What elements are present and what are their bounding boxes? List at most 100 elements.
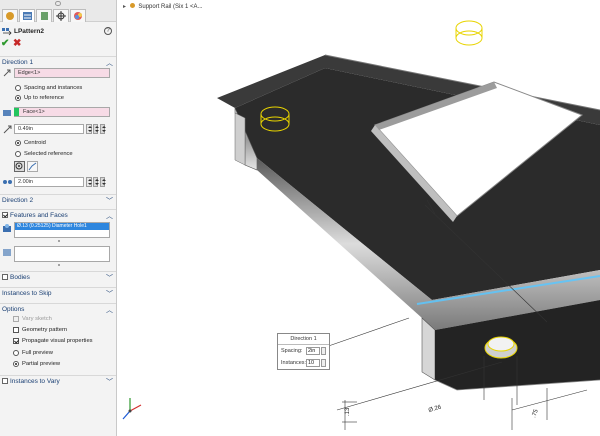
callout-spacing-field[interactable]: 2in [306,347,320,355]
faces-list[interactable] [14,246,110,262]
selected-ref-mode-button[interactable] [27,161,38,172]
seed-hole[interactable] [484,336,518,359]
bodies-checkbox[interactable] [2,274,8,280]
instances-vary-header[interactable]: Instances to Vary ﹀ [0,375,116,386]
propagate-visual-label: Propagate visual properties [22,338,93,344]
partial-preview-radio[interactable] [13,361,19,367]
instances-vary-label: Instances to Vary [10,378,60,385]
centroid-label: Centroid [24,140,46,146]
property-manager-panel: LPattern2 ? ✔ ✖ Direction 1 ︿ Edge<1> Sp… [0,0,117,436]
resize-handle[interactable] [58,264,60,266]
help-icon[interactable]: ? [104,27,112,35]
up-to-reference-radio[interactable] [15,95,21,101]
direction-arrow-icon[interactable] [3,69,11,77]
height-dimension[interactable]: .13 [345,407,351,416]
callout-spacing-label: Spacing: [281,348,303,354]
direction2-header[interactable]: Direction 2 ﹀ [0,194,116,205]
spacing-value-field[interactable]: 2.00in [14,177,84,187]
chevron-up-icon: ︿ [106,60,113,67]
centroid-mode-button[interactable] [14,161,25,172]
offset-reverse-button[interactable] [100,124,106,134]
panel-grip[interactable] [55,1,61,6]
features-list-item[interactable]: Ø.13 (0.25125) Diameter Hole1 [15,223,109,230]
propagate-visual-checkbox[interactable] [13,338,19,344]
direction1-header[interactable]: Direction 1 ︿ [0,56,116,67]
geometry-pattern-checkbox[interactable] [13,327,19,333]
spacing-icon [3,180,12,184]
callout-spacing-row: Spacing: 2in [278,345,329,357]
feature-tree-icon [6,12,14,20]
selected-reference-radio[interactable] [15,151,21,157]
left-flange-outer [234,112,246,166]
dimxpert-icon [56,11,66,21]
full-preview-label: Full preview [22,350,53,356]
display-manager-icon [74,12,82,20]
direction1-edge-field[interactable]: Edge<1> [14,68,110,78]
tab-property-manager[interactable] [19,9,35,22]
cancel-button[interactable]: ✖ [13,38,21,49]
property-manager-icon [23,12,32,20]
chevron-down-icon: ﹀ [106,198,113,205]
tab-dimxpert-manager[interactable] [53,9,69,22]
callout-instances-label: Instances: [281,360,307,366]
width-dimension[interactable]: .75 [531,408,540,419]
geometry-pattern-label: Geometry pattern [22,327,68,333]
features-faces-header[interactable]: Features and Faces ︿ [0,209,116,220]
callout-instances-spinner[interactable] [321,359,326,367]
feature-title: LPattern2 [14,28,44,35]
tab-display-manager[interactable] [70,9,86,22]
bodies-header[interactable]: Bodies ﹀ [0,271,116,282]
chevron-up-icon: ︿ [106,307,113,314]
breadcrumb-icon [129,3,135,8]
features-faces-label: Features and Faces [10,212,68,219]
view-triad[interactable] [122,398,142,420]
offset-distance-field[interactable]: 0.49in [14,124,84,134]
direction2-label: Direction 2 [2,197,34,204]
reference-face-field[interactable]: Face<1> [14,107,110,117]
resize-handle[interactable] [58,240,60,242]
offset-spinner[interactable] [86,124,92,134]
ok-button[interactable]: ✔ [1,38,9,49]
callout-instances-row: Instances: 10 [278,357,329,369]
up-to-reference-label: Up to reference [24,95,64,101]
hole-preview-1 [455,20,483,46]
reference-face-icon [3,110,11,116]
vary-sketch-label: Vary sketch [22,316,52,322]
tab-feature-manager[interactable] [2,9,18,22]
linear-pattern-icon [2,28,12,36]
graphics-area[interactable]: Ø.26 .13 .75 ▸ Support Rail (Six 1 <A...… [117,0,600,436]
direction1-callout[interactable]: Direction 1 Spacing: 2in Instances: 10 [277,333,330,370]
full-preview-radio[interactable] [13,350,19,356]
breadcrumb-expand-icon[interactable]: ▸ [123,4,126,10]
instances-vary-checkbox[interactable] [2,378,8,384]
spacing-instances-radio[interactable] [15,85,21,91]
instances-skip-header[interactable]: Instances to Skip ﹀ [0,287,116,298]
spacing-dimension-button[interactable] [93,177,99,187]
configuration-icon [41,12,48,20]
callout-instances-field[interactable]: 10 [306,359,320,367]
options-header[interactable]: Options ︿ [0,303,116,314]
instances-skip-label: Instances to Skip [2,290,52,297]
direction1-label: Direction 1 [2,59,34,66]
features-faces-checkbox[interactable] [2,212,8,218]
reference-point-icon [28,162,37,171]
model-viewport[interactable]: Ø.26 .13 .75 [117,0,600,436]
chevron-up-icon: ︿ [106,213,113,220]
faces-icon [3,249,11,256]
offset-dimension-button[interactable] [93,124,99,134]
offset-icon [3,125,12,134]
spacing-spinner[interactable] [86,177,92,187]
features-list[interactable]: Ø.13 (0.25125) Diameter Hole1 [14,222,110,238]
centroid-icon [15,162,23,170]
centroid-radio[interactable] [15,140,21,146]
options-label: Options [2,306,25,313]
spacing-link-button[interactable] [100,177,106,187]
diameter-dimension[interactable]: Ø.26 [428,404,443,414]
chevron-down-icon: ﹀ [106,275,113,282]
tab-configuration-manager[interactable] [36,9,52,22]
callout-title: Direction 1 [278,334,329,345]
vary-sketch-checkbox[interactable] [13,316,19,322]
breadcrumb[interactable]: ▸ Support Rail (Six 1 <A... [123,3,203,10]
callout-spacing-spinner[interactable] [321,347,326,355]
breadcrumb-text: Support Rail (Six 1 <A... [138,4,203,10]
